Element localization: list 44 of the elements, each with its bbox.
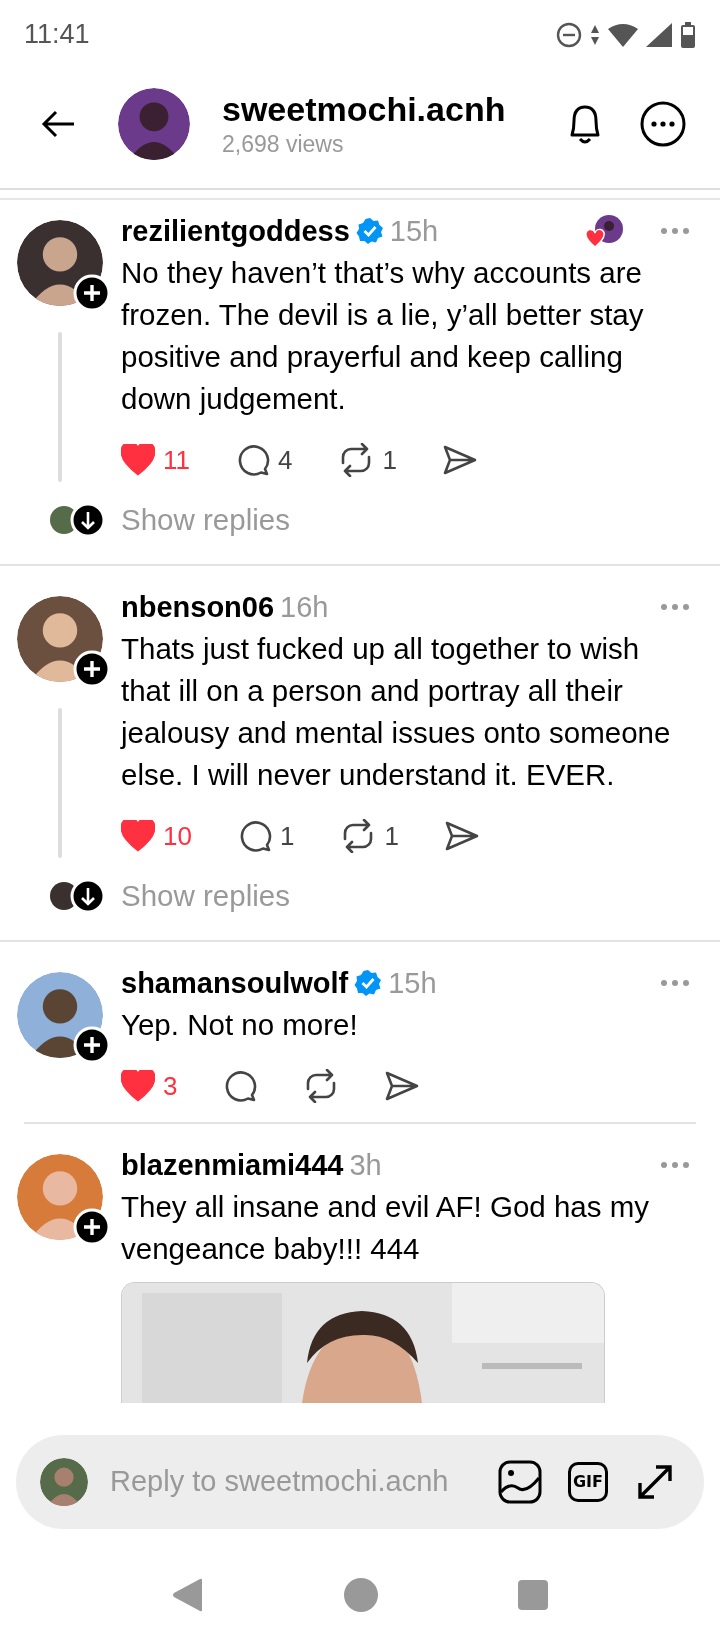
signal-icon bbox=[646, 22, 672, 47]
username[interactable]: blazenmiami444 bbox=[121, 1148, 344, 1182]
share-icon[interactable] bbox=[444, 821, 479, 852]
post-text: Thats just fucked up all together to wish that ill on a person and portray all their jealousy and mental issues onto someone else. I will never understand it. EVER. bbox=[121, 631, 672, 794]
clock: 11:41 bbox=[24, 19, 90, 51]
reply-field[interactable]: Reply to sweetmochi.acnh bbox=[110, 1465, 498, 1499]
post-time: 15h bbox=[388, 966, 437, 1000]
username: sweetmochi.acnh bbox=[222, 90, 507, 130]
post-text: No they haven’t that’s why accounts are frozen. The devil is a lie, y’all better stay positive and prayerful and keep calling down judgement. bbox=[121, 255, 645, 418]
heart-icon[interactable] bbox=[121, 444, 155, 477]
home-nav-icon[interactable] bbox=[344, 1578, 378, 1613]
heart-icon[interactable] bbox=[121, 1070, 155, 1103]
username[interactable]: shamansoulwolf bbox=[121, 966, 349, 1000]
profile-avatar[interactable] bbox=[118, 88, 190, 161]
back-icon[interactable] bbox=[40, 109, 76, 140]
battery-icon bbox=[680, 21, 696, 48]
image-icon[interactable] bbox=[498, 1459, 542, 1504]
more-icon[interactable] bbox=[640, 101, 686, 148]
repost-count: 1 bbox=[384, 820, 399, 852]
share-icon[interactable] bbox=[385, 1071, 420, 1102]
post-time: 16h bbox=[280, 590, 329, 624]
post-text: Yep. Not no more! bbox=[121, 1007, 359, 1044]
username[interactable]: nbenson06 bbox=[121, 590, 275, 624]
gif-button[interactable]: GIF bbox=[568, 1461, 608, 1502]
post-text: They all insane and evil AF! God has my vengeance baby!!! 444 bbox=[121, 1189, 650, 1268]
recents-nav-icon[interactable] bbox=[518, 1580, 548, 1611]
username[interactable]: rezilientgoddess bbox=[121, 214, 350, 248]
view-count: 2,698 views bbox=[222, 131, 345, 159]
comment-icon[interactable] bbox=[236, 443, 270, 478]
heart-icon[interactable] bbox=[121, 820, 155, 853]
share-icon[interactable] bbox=[442, 445, 477, 476]
like-count: 3 bbox=[163, 1070, 178, 1102]
comment-icon[interactable] bbox=[223, 1069, 258, 1104]
post-time: 15h bbox=[389, 214, 439, 248]
post-time: 3h bbox=[349, 1148, 382, 1182]
repost-count: 1 bbox=[382, 444, 397, 476]
user-avatar[interactable] bbox=[40, 1457, 88, 1506]
wifi-icon bbox=[608, 22, 638, 47]
reply-count: 4 bbox=[278, 444, 293, 476]
like-count: 11 bbox=[163, 444, 190, 476]
do-not-disturb-icon bbox=[556, 21, 582, 48]
back-nav-icon[interactable] bbox=[172, 1578, 204, 1613]
like-count: 10 bbox=[163, 820, 192, 852]
reply-count: 1 bbox=[279, 820, 295, 852]
